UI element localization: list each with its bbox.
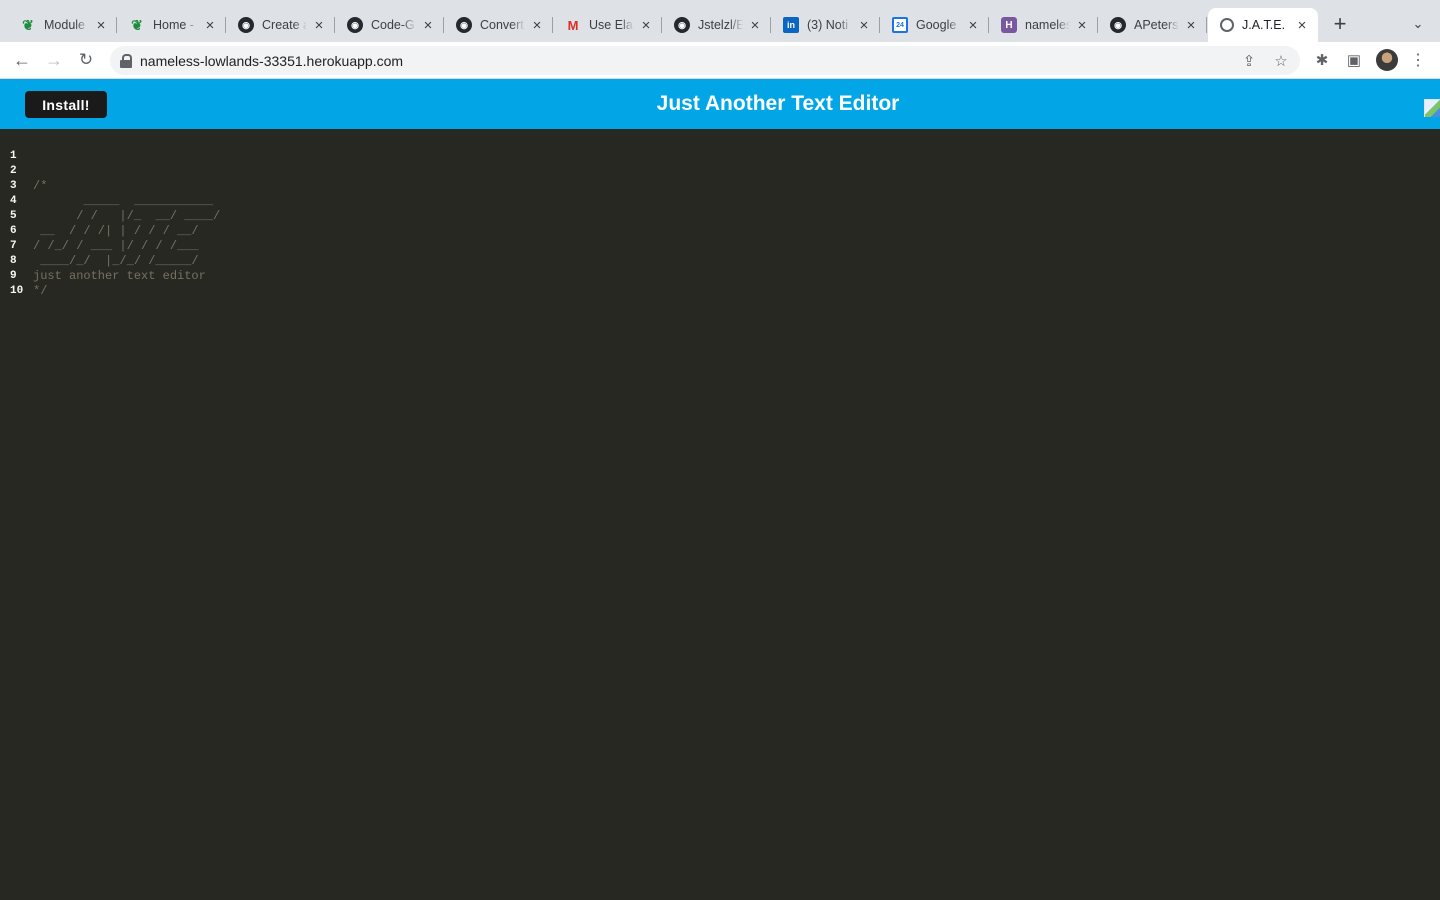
tab-title: Create a (262, 18, 307, 32)
plus-icon: + (1333, 11, 1347, 36)
close-icon[interactable]: × (420, 17, 436, 33)
tab-title: Jstelzl/E (698, 18, 743, 32)
forward-button[interactable]: → (42, 48, 66, 72)
line-text[interactable]: _____ ___________ (33, 194, 213, 209)
browser-tab-active[interactable]: J.A.T.E. × (1208, 8, 1318, 42)
app-header: Just Another Text Editor Install! (0, 79, 1440, 129)
browser-tab[interactable]: H nameles × (989, 8, 1098, 42)
close-icon[interactable]: × (529, 17, 545, 33)
editor-line: 3 _____ ___________ (0, 164, 213, 208)
github-icon: ◉ (674, 17, 690, 33)
line-text[interactable]: /* (33, 179, 47, 194)
browser-tab[interactable]: ◉ Convert × (444, 8, 553, 42)
tab-title: APeters (1134, 18, 1179, 32)
new-tab-button[interactable]: + (1329, 11, 1351, 36)
reload-button[interactable]: ↻ (74, 48, 98, 72)
calendar-icon: 24 (892, 17, 908, 33)
tab-title: Home - (153, 18, 194, 32)
close-icon[interactable]: × (1294, 17, 1310, 33)
profile-avatar[interactable] (1376, 49, 1398, 71)
share-icon[interactable]: ⇪ (1240, 52, 1258, 70)
close-icon[interactable]: × (965, 17, 981, 33)
browser-tab[interactable]: M Use Ela × (553, 8, 662, 42)
github-icon: ◉ (1110, 17, 1126, 33)
side-panel-icon[interactable]: ▣ (1344, 50, 1364, 70)
editor-line: 6 / /_/ / ___ |/ / / /___ (0, 209, 199, 253)
heroku-icon: H (1001, 17, 1017, 33)
tab-title: Use Ela (589, 18, 633, 32)
browser-tab[interactable]: ❦ Home - × (117, 8, 226, 42)
editor-line: 2 /* (0, 149, 47, 193)
tab-title: Google (916, 18, 957, 32)
close-icon[interactable]: × (747, 17, 763, 33)
address-url: nameless-lowlands-33351.herokuapp.com (140, 52, 404, 69)
editor-line: 1 (0, 134, 29, 162)
line-text[interactable]: / / |/_ __/ ____/ (33, 209, 220, 224)
tab-separator (1206, 17, 1207, 33)
leaf-icon: ❦ (22, 16, 34, 33)
page-title: Just Another Text Editor (656, 92, 900, 115)
back-button[interactable]: ← (10, 48, 34, 72)
browser-tab[interactable]: 24 Google × (880, 8, 989, 42)
chevron-down-icon: ⌄ (1412, 16, 1424, 31)
tab-title: (3) Noti (807, 18, 848, 32)
leaf-icon: ❦ (131, 16, 143, 33)
globe-icon (1220, 18, 1234, 32)
close-icon[interactable]: × (638, 17, 654, 33)
bookmark-star-icon[interactable]: ☆ (1272, 52, 1290, 70)
lock-icon[interactable] (120, 53, 132, 68)
tab-title: Convert (480, 18, 524, 32)
editor-line: 10 (0, 269, 29, 297)
close-icon[interactable]: × (1183, 17, 1199, 33)
browser-tab[interactable]: ◉ Create a × (226, 8, 335, 42)
browser-tab-strip: ❦ Module × ❦ Home - × ◉ Create a × ◉ Cod… (0, 0, 1440, 42)
browser-toolbar: ← → ↻ nameless-lowlands-33351.herokuapp.… (0, 42, 1440, 79)
browser-tab[interactable]: ◉ Jstelzl/E × (662, 8, 771, 42)
broken-logo-image (1424, 99, 1440, 117)
github-icon: ◉ (456, 17, 472, 33)
code-editor[interactable]: 1 2 /* 3 _____ ___________ 4 / / |/_ __/… (0, 129, 1440, 900)
close-icon[interactable]: × (856, 17, 872, 33)
tab-title: Module (44, 18, 85, 32)
browser-tab[interactable]: ◉ APeters × (1098, 8, 1207, 42)
install-button[interactable]: Install! (25, 91, 107, 118)
close-icon[interactable]: × (93, 17, 109, 33)
tab-title: nameles (1025, 18, 1070, 32)
arrow-right-icon: → (45, 49, 63, 70)
line-text[interactable]: ____/_/ |_/_/ /_____/ (33, 254, 198, 269)
line-text[interactable]: / /_/ / ___ |/ / / /___ (33, 239, 199, 254)
tab-title: J.A.T.E. (1242, 18, 1286, 32)
menu-kebab-icon[interactable]: ⋮ (1408, 50, 1428, 70)
tab-title: Code-G (371, 18, 415, 32)
github-icon: ◉ (347, 17, 363, 33)
linkedin-icon: in (783, 17, 799, 33)
gmail-icon: M (567, 17, 579, 33)
line-number: 10 (10, 285, 24, 297)
tab-search-button[interactable]: ⌄ (1408, 14, 1428, 34)
browser-tab[interactable]: ❦ Module × (8, 8, 117, 42)
editor-line: 5 __ / / /| | / / / __/ (0, 194, 199, 238)
close-icon[interactable]: × (1074, 17, 1090, 33)
editor-line: 4 / / |/_ __/ ____/ (0, 179, 220, 223)
close-icon[interactable]: × (311, 17, 327, 33)
reload-icon: ↻ (78, 50, 94, 69)
browser-tab[interactable]: ◉ Code-G × (335, 8, 444, 42)
arrow-left-icon: ← (13, 49, 31, 70)
github-icon: ◉ (238, 17, 254, 33)
line-text[interactable]: just another text editor (33, 269, 206, 284)
close-icon[interactable]: × (202, 17, 218, 33)
editor-line: 7 ____/_/ |_/_/ /_____/ (0, 224, 199, 268)
line-text[interactable]: */ (33, 284, 47, 299)
browser-tab[interactable]: in (3) Noti × (771, 8, 880, 42)
extensions-puzzle-icon[interactable]: ✱ (1312, 50, 1332, 70)
line-text[interactable]: __ / / /| | / / / __/ (33, 224, 198, 239)
address-bar[interactable]: nameless-lowlands-33351.herokuapp.com ⇪ … (110, 46, 1300, 75)
editor-line: 8 just another text editor (0, 239, 206, 283)
editor-line: 9 */ (0, 254, 47, 298)
